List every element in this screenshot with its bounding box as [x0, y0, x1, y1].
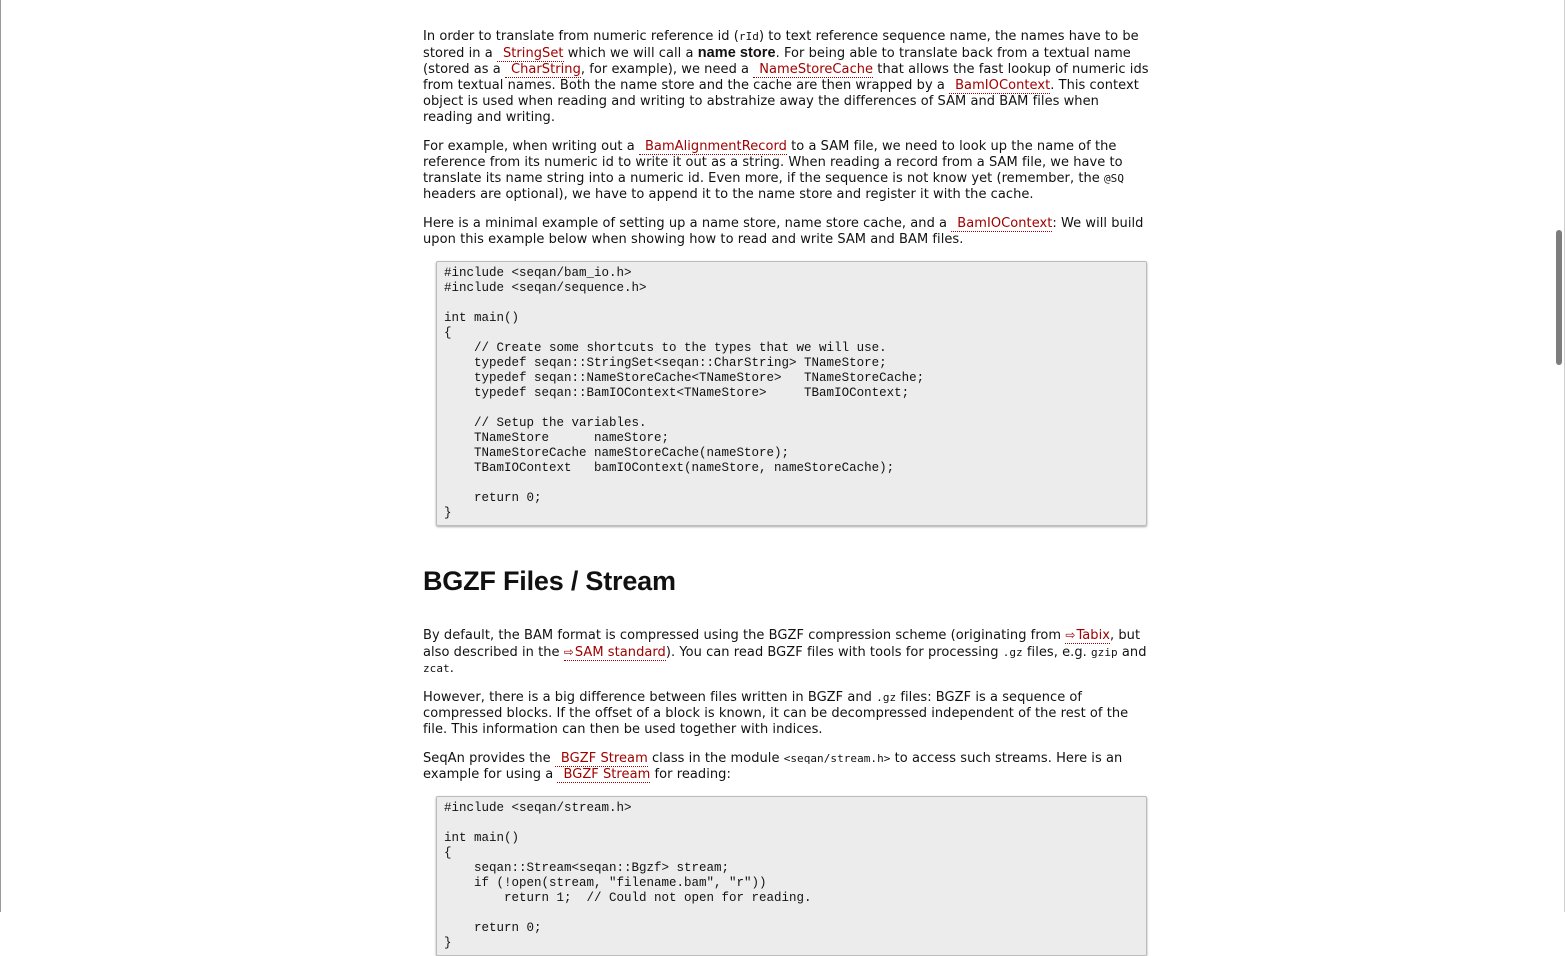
inline-code-rid: rId [738, 30, 759, 43]
link-tabix[interactable]: ⇨Tabix [1065, 628, 1110, 644]
link-bgzf-stream-2[interactable]: BGZF Stream [557, 767, 651, 783]
link-bgzf-stream[interactable]: BGZF Stream [554, 751, 648, 767]
main-content: In order to translate from numeric refer… [423, 29, 1150, 956]
code-block-bgzf-stream: #include <seqan/stream.h> int main() { s… [436, 796, 1147, 956]
window-border-left [0, 0, 1, 912]
paragraph-minimal-example: Here is a minimal example of setting up … [423, 216, 1144, 247]
vertical-scrollbar-thumb[interactable] [1556, 230, 1562, 365]
section-heading-bgzf: BGZF Files / Stream [423, 566, 676, 596]
term-name-store: name store [697, 45, 776, 61]
inline-code-zcat: zcat [423, 662, 450, 675]
inline-code-stream-h: <seqan/stream.h> [783, 752, 891, 765]
inline-code-gz-2: .gz [876, 691, 897, 704]
inline-code-sq: @SQ [1103, 172, 1125, 185]
link-bamiocontext-2[interactable]: BamIOContext [951, 216, 1053, 232]
inline-code-gzip: gzip [1091, 646, 1118, 659]
code-block-bam-io-context: #include <seqan/bam_io.h> #include <seqa… [436, 261, 1147, 526]
link-bamiocontext[interactable]: BamIOContext [949, 78, 1051, 94]
code-listing[interactable]: #include <seqan/bam_io.h> #include <seqa… [444, 266, 1140, 521]
external-link-icon: ⇨ [563, 645, 574, 659]
paragraph-bgzf-stream: SeqAn provides the BGZF Stream class in … [423, 751, 1123, 783]
paragraph-bgzf-difference: However, there is a big difference betwe… [423, 690, 1129, 737]
link-namestorecache[interactable]: NameStoreCache [753, 62, 874, 78]
link-bamalignmentrecord[interactable]: BamAlignmentRecord [638, 139, 787, 155]
link-stringset[interactable]: StringSet [496, 46, 564, 62]
paragraph-name-store: In order to translate from numeric refer… [423, 29, 1149, 125]
external-link-icon: ⇨ [1065, 628, 1076, 642]
code-listing[interactable]: #include <seqan/stream.h> int main() { s… [444, 801, 1140, 951]
paragraph-sam-example: For example, when writing out a BamAlign… [423, 139, 1125, 202]
paragraph-bgzf-default: By default, the BAM format is compressed… [423, 628, 1147, 676]
link-charstring[interactable]: CharString [504, 62, 581, 78]
link-sam-standard[interactable]: ⇨SAM standard [563, 645, 666, 661]
inline-code-gz: .gz [1002, 646, 1023, 659]
